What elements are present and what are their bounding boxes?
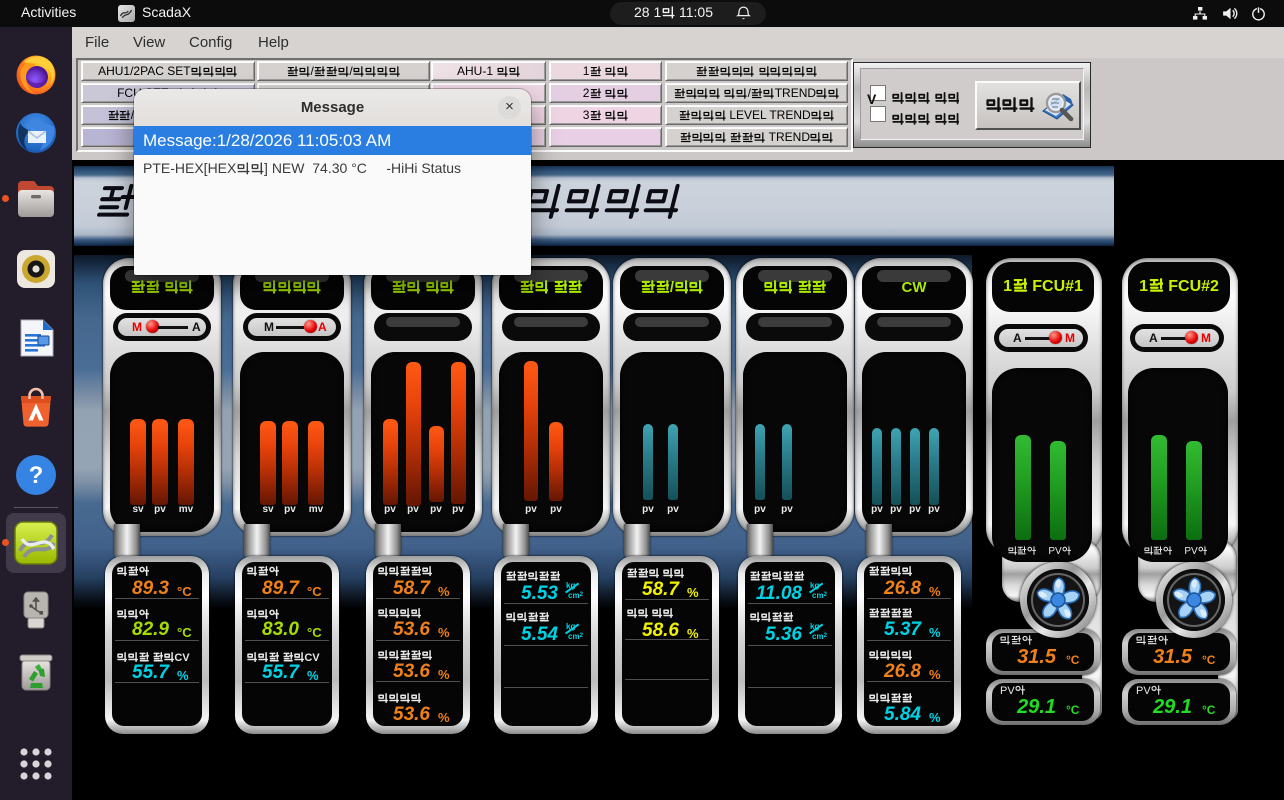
svg-text:?: ? [29, 462, 44, 489]
